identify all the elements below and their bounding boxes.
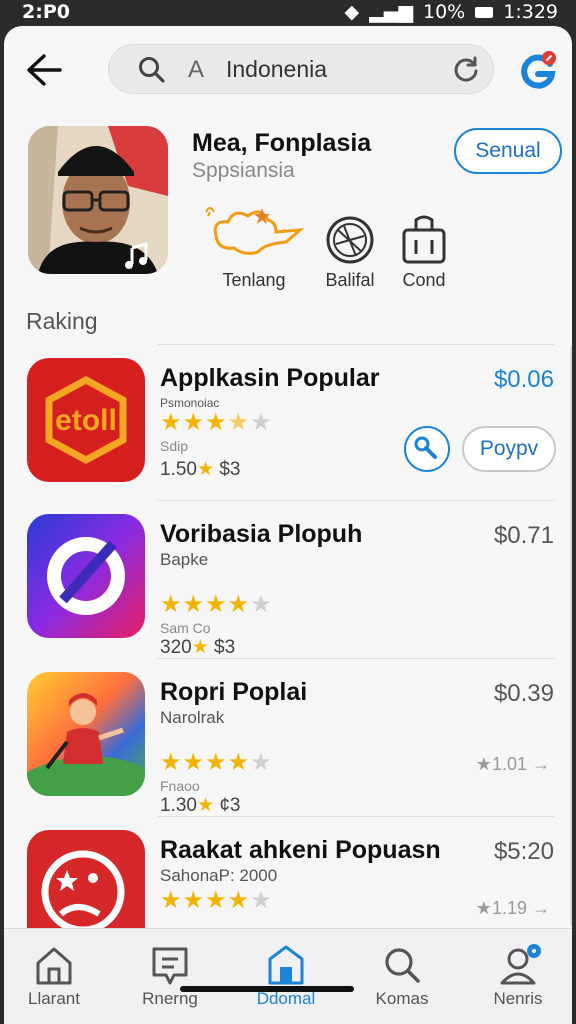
list-item[interactable]: etoll Applkasin Popular Psmonoiac ★★★★★ … <box>4 346 572 496</box>
home-indicator[interactable] <box>180 986 354 992</box>
profile-photo[interactable] <box>28 126 168 274</box>
app-price: $5:20 <box>493 838 554 865</box>
chip-label: Cond <box>402 270 446 290</box>
app-price: $0.06 <box>493 366 554 393</box>
back-arrow-icon[interactable] <box>24 52 64 88</box>
bottom-navigation: Llarant Rnerng Ddomal Komas Nenris <box>4 928 572 1024</box>
app-title[interactable]: Raakat ahkeni Popuasn <box>160 836 441 865</box>
trend-indicator: ★1.19 → <box>475 898 550 918</box>
etoll-app-icon: etoll <box>27 358 145 482</box>
star-rating: ★★★★★ <box>160 887 273 914</box>
search-icon <box>385 948 420 983</box>
star-rating: ★★★★★ <box>160 409 273 436</box>
app-icon: etoll <box>27 358 145 482</box>
trend-indicator: ★1.01 → <box>475 754 550 774</box>
nav-label: Llarant <box>28 989 80 1008</box>
chip-tenlang[interactable]: Tenlang <box>204 202 304 298</box>
person-app-icon <box>27 672 145 796</box>
star-rating: ★★★★★ <box>160 749 273 776</box>
account-icon <box>500 944 541 985</box>
divider <box>158 816 554 817</box>
battery-icon <box>475 6 494 18</box>
app-subtitle: SahonaP: 2000 <box>160 866 278 885</box>
star-rating: ★★★★★ <box>160 591 273 618</box>
ring-app-icon <box>27 514 145 638</box>
text-size-icon: A <box>188 56 205 83</box>
app-subtitle: Narolrak <box>160 708 225 727</box>
home-icon <box>36 947 72 985</box>
app-icon <box>27 672 145 796</box>
nav-item-account[interactable]: Nenris <box>468 929 568 1024</box>
status-bar: 2:P0 ◆ ▂▄▆ 10% 1:329 <box>0 0 576 26</box>
app-meta: 1.30★ ¢3 <box>160 795 241 816</box>
app-category: Sam Co <box>160 620 211 636</box>
emblem-app-icon <box>27 830 145 928</box>
app-title[interactable]: Voribasia Plopuh <box>160 520 362 549</box>
chip-balifal[interactable]: Balifal <box>322 202 378 298</box>
app-meta: 1.50★ $3 <box>160 459 241 480</box>
search-bar[interactable]: A Indonenia <box>108 44 494 94</box>
top-bar: A Indonenia <box>4 26 572 114</box>
list-item[interactable]: Ropri Poplai Narolrak ★★★★★ Fnaoo 1.30★ … <box>4 660 572 816</box>
app-category: Sdip <box>160 438 189 454</box>
nav-item-messages[interactable]: Rnerng <box>120 929 220 1024</box>
wifi-icon: ◆ <box>344 1 360 23</box>
nav-label: Rnerng <box>142 989 198 1008</box>
nav-item-search[interactable]: Komas <box>352 929 452 1024</box>
search-icon <box>139 57 165 83</box>
app-screen: A Indonenia Mea, Fonplasia Sppsiansia Se… <box>4 26 572 1024</box>
action-button[interactable]: Poypv <box>462 426 556 472</box>
phone-icon <box>414 436 437 459</box>
avatar <box>28 126 168 274</box>
senual-button[interactable]: Senual <box>454 128 562 174</box>
profile-name: Mea, Fonplasia <box>192 129 372 157</box>
app-title[interactable]: Ropri Poplai <box>160 678 307 707</box>
app-meta: 320★ $3 <box>160 637 236 658</box>
divider <box>158 500 554 501</box>
store-icon <box>268 945 304 985</box>
battery-level: 10% <box>423 1 466 23</box>
app-title[interactable]: Applkasin Popular <box>160 364 379 393</box>
divider <box>158 658 554 659</box>
app-price: $0.39 <box>493 680 554 707</box>
account-badge-icon[interactable] <box>518 50 558 90</box>
signal-icon: ▂▄▆ <box>369 1 413 23</box>
svg-text:etoll: etoll <box>55 404 117 437</box>
chip-label: Balifal <box>325 270 375 290</box>
status-time: 2:P0 <box>22 1 70 23</box>
chip-cond[interactable]: Cond <box>396 202 452 298</box>
app-icon <box>27 514 145 638</box>
nav-label: Ddomal <box>256 989 316 1008</box>
nav-label: Nenris <box>493 989 543 1008</box>
section-title: Raking <box>26 308 98 334</box>
chip-label: Tenlang <box>222 270 286 290</box>
share-button[interactable] <box>404 426 450 472</box>
luggage-icon <box>402 215 446 264</box>
refresh-icon[interactable] <box>452 55 480 83</box>
divider <box>158 344 554 345</box>
message-icon <box>152 947 188 985</box>
map-icon <box>205 207 304 255</box>
nav-label: Komas <box>375 989 429 1008</box>
status-clock: 1:329 <box>503 1 558 23</box>
app-price: $0.71 <box>493 522 554 549</box>
globe-icon <box>326 216 374 264</box>
app-category: Fnaoo <box>160 778 200 794</box>
app-icon <box>27 830 145 928</box>
list-item[interactable]: Raakat ahkeni Popuasn SahonaP: 2000 ★★★★… <box>4 818 572 928</box>
nav-item-home[interactable]: Llarant <box>4 929 104 1024</box>
app-subtitle: Bapke <box>160 550 209 569</box>
search-query[interactable]: Indonenia <box>226 56 327 83</box>
list-item[interactable]: Voribasia Plopuh Bapke ★★★★★ Sam Co 320★… <box>4 502 572 658</box>
nav-item-store[interactable]: Ddomal <box>236 929 336 1024</box>
profile-subtitle: Sppsiansia <box>192 159 295 182</box>
